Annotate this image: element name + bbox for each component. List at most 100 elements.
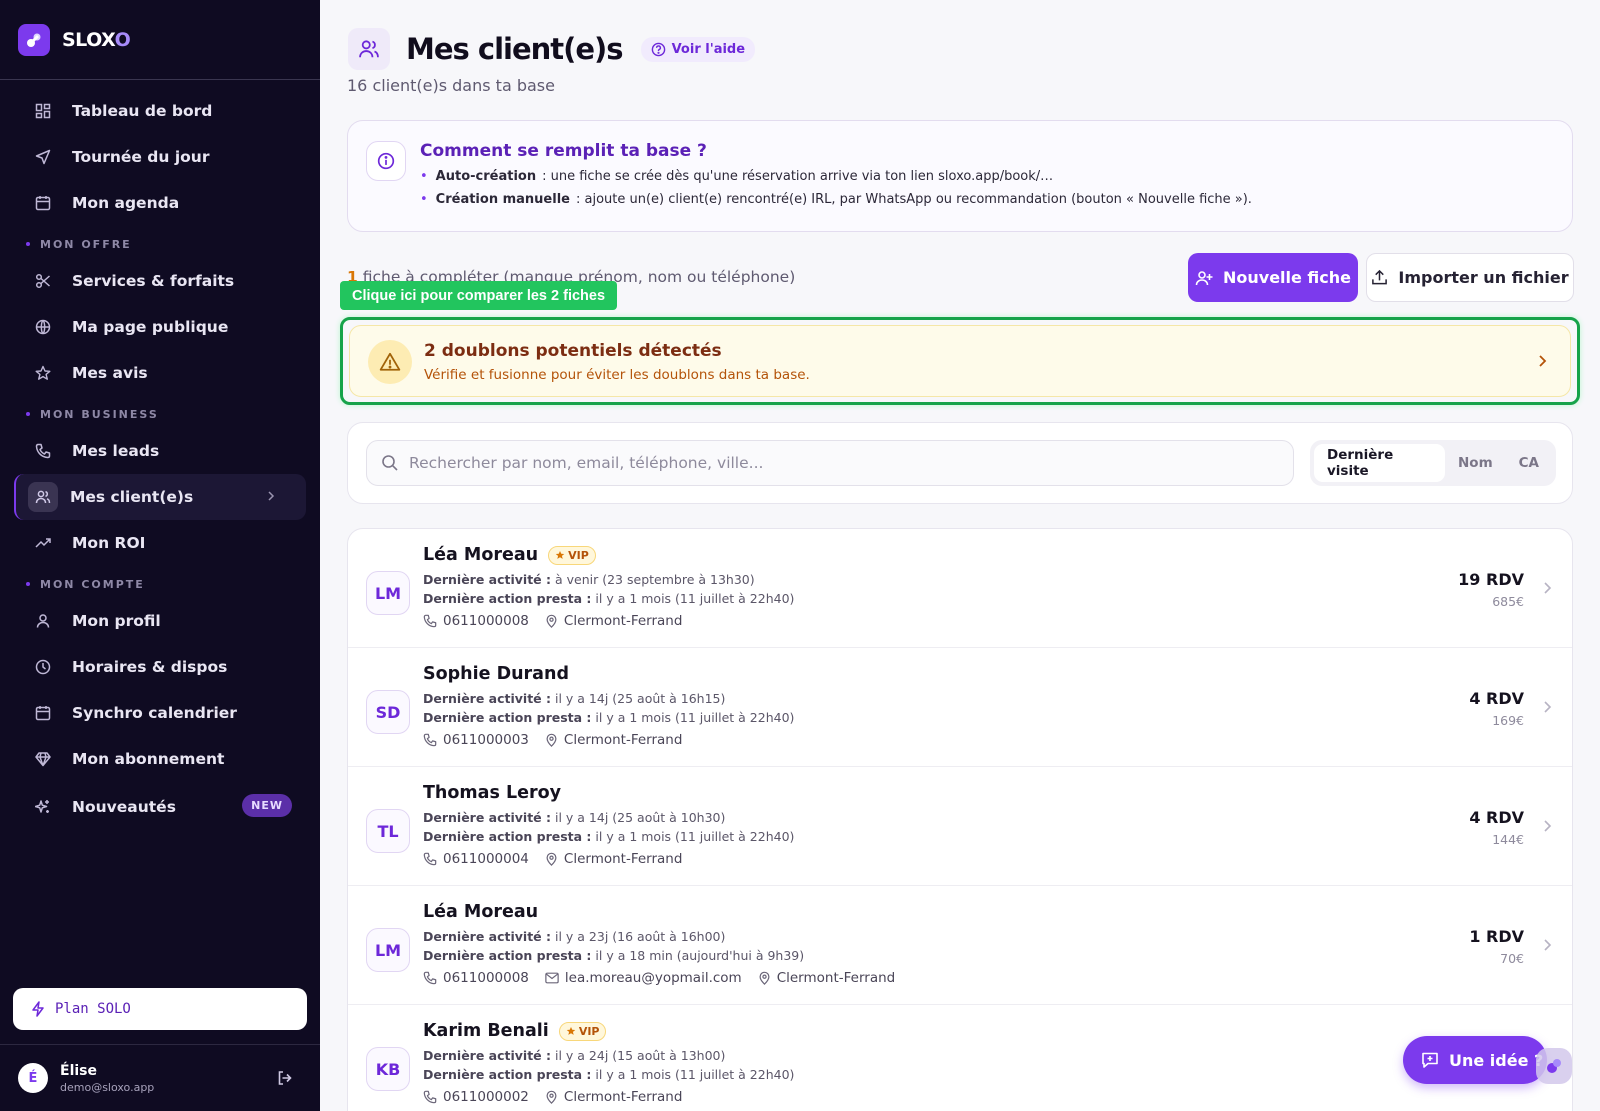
sidebar-item-profil[interactable]: Mon profil <box>0 598 320 644</box>
sidebar-item-agenda[interactable]: Mon agenda <box>0 180 320 226</box>
sidebar-item-roi[interactable]: Mon ROI <box>0 520 320 566</box>
last-action: Dernière action presta : il y a 1 mois (… <box>423 591 795 606</box>
client-meta: 0611000008 lea.moreau@yopmail.com Clermo… <box>423 970 911 986</box>
search-input[interactable] <box>409 454 1209 472</box>
sidebar-item-horaires[interactable]: Horaires & dispos <box>0 644 320 690</box>
client-city: Clermont-Ferrand <box>545 732 682 748</box>
chevron-right-icon <box>1536 353 1548 369</box>
new-record-button[interactable]: Nouvelle fiche <box>1188 253 1358 302</box>
vip-badge: VIP <box>558 1021 607 1041</box>
client-meta: 0611000002 Clermont-Ferrand <box>423 1089 698 1105</box>
client-avatar: KB <box>366 1047 410 1091</box>
sidebar-item-nouveautes[interactable]: Nouveautés NEW <box>0 784 320 830</box>
compare-tooltip[interactable]: Clique ici pour comparer les 2 fiches <box>340 281 618 310</box>
user-email: demo@sloxo.app <box>60 1080 155 1094</box>
client-revenue: 169€ <box>1492 713 1524 728</box>
sort-toggle: Dernière visite Nom CA <box>1310 440 1556 486</box>
help-label: Voir l'aide <box>671 41 746 57</box>
sort-name[interactable]: Nom <box>1445 444 1506 482</box>
sidebar-item-leads[interactable]: Mes leads <box>0 428 320 474</box>
sidebar-item-synchro[interactable]: Synchro calendrier <box>0 690 320 736</box>
last-action: Dernière action presta : il y a 1 mois (… <box>423 829 795 844</box>
last-activity: Dernière activité : il y a 14j (25 août … <box>423 691 726 706</box>
sidebar-item-page-publique[interactable]: Ma page publique <box>0 304 320 350</box>
sidebar-item-label: Ma page publique <box>72 318 229 336</box>
sidebar-item-services[interactable]: Services & forfaits <box>0 258 320 304</box>
last-action: Dernière action presta : il y a 1 mois (… <box>423 1067 795 1082</box>
client-list: LM Léa Moreau VIP Dernière activité : à … <box>347 528 1573 1111</box>
sidebar-nav: Tableau de bord Tournée du jour Mon agen… <box>0 80 320 830</box>
appointment-count: 4 RDV <box>1469 808 1524 827</box>
plan-button[interactable]: Plan SOLO <box>13 988 307 1030</box>
users-icon <box>28 482 58 512</box>
sparkles-icon <box>34 798 52 816</box>
calendar-sync-icon <box>34 704 52 722</box>
upload-icon <box>1372 269 1388 285</box>
sidebar-item-label: Synchro calendrier <box>72 704 237 722</box>
phone-icon <box>423 971 437 985</box>
warning-icon <box>368 340 412 384</box>
client-row[interactable]: KB Karim Benali VIP Dernière activité : … <box>348 1005 1572 1111</box>
client-avatar: LM <box>366 571 410 615</box>
assistant-icon[interactable] <box>1536 1048 1572 1084</box>
brand-name: SLOXO <box>62 28 131 51</box>
sidebar-item-label: Mon profil <box>72 612 161 630</box>
info-icon <box>366 141 406 181</box>
dashboard-icon <box>34 102 52 120</box>
last-action: Dernière action presta : il y a 1 mois (… <box>423 710 795 725</box>
sidebar-item-label: Mes avis <box>72 364 148 382</box>
info-item: Auto-création: une fiche se crée dès qu'… <box>420 169 1252 184</box>
client-row[interactable]: LM Léa Moreau VIP Dernière activité : à … <box>348 529 1572 648</box>
client-meta: 0611000008 Clermont-Ferrand <box>423 613 698 629</box>
client-row[interactable]: TL Thomas Leroy Dernière activité : il y… <box>348 767 1572 886</box>
search-box[interactable] <box>366 440 1294 486</box>
duplicates-text: Vérifie et fusionne pour éviter les doub… <box>424 367 810 383</box>
duplicates-highlight[interactable]: 2 doublons potentiels détectés Vérifie e… <box>340 317 1580 405</box>
sidebar-item-avis[interactable]: Mes avis <box>0 350 320 396</box>
last-action: Dernière action presta : il y a 18 min (… <box>423 948 805 963</box>
client-row[interactable]: SD Sophie Durand Dernière activité : il … <box>348 648 1572 767</box>
help-link[interactable]: Voir l'aide <box>640 36 756 62</box>
client-row[interactable]: LM Léa Moreau Dernière activité : il y a… <box>348 886 1572 1005</box>
message-plus-icon <box>1422 1052 1438 1068</box>
client-phone: 0611000004 <box>423 851 529 867</box>
phone-icon <box>423 852 437 866</box>
logout-icon[interactable] <box>276 1069 294 1087</box>
brand[interactable]: SLOXO <box>0 0 320 80</box>
section-mon-business: MON BUSINESS <box>0 400 320 428</box>
clock-icon <box>34 658 52 676</box>
appointment-count: 4 RDV <box>1469 689 1524 708</box>
client-phone: 0611000008 <box>423 970 529 986</box>
client-city: Clermont-Ferrand <box>758 970 895 986</box>
client-name: Léa Moreau <box>423 902 539 922</box>
chevron-right-icon <box>1542 819 1552 833</box>
last-activity: Dernière activité : à venir (23 septembr… <box>423 572 755 587</box>
import-file-button[interactable]: Importer un fichier <box>1366 253 1574 302</box>
duplicates-alert[interactable]: 2 doublons potentiels détectés Vérifie e… <box>349 325 1571 397</box>
sort-revenue[interactable]: CA <box>1506 444 1552 482</box>
client-meta: 0611000004 Clermont-Ferrand <box>423 851 698 867</box>
map-pin-icon <box>759 971 770 985</box>
sidebar-item-dashboard[interactable]: Tableau de bord <box>0 88 320 134</box>
idea-button[interactable]: Une idée ? <box>1403 1036 1547 1084</box>
mail-icon <box>545 972 559 984</box>
sidebar-item-tournee[interactable]: Tournée du jour <box>0 134 320 180</box>
sidebar-item-label: Mon ROI <box>72 534 146 552</box>
client-avatar: LM <box>366 928 410 972</box>
phone-icon <box>423 733 437 747</box>
sidebar-item-label: Tournée du jour <box>72 148 210 166</box>
client-name: Thomas Leroy <box>423 783 562 803</box>
client-avatar: TL <box>366 809 410 853</box>
client-meta: 0611000003 Clermont-Ferrand <box>423 732 698 748</box>
sidebar-item-clients[interactable]: Mes client(e)s <box>14 474 306 520</box>
send-icon <box>34 148 52 166</box>
section-mon-offre: MON OFFRE <box>0 230 320 258</box>
user-profile[interactable]: É Élise demo@sloxo.app <box>0 1044 320 1111</box>
map-pin-icon <box>546 852 557 866</box>
sort-last-visit[interactable]: Dernière visite <box>1314 444 1445 482</box>
client-name: Sophie Durand <box>423 664 569 684</box>
sidebar-item-abonnement[interactable]: Mon abonnement <box>0 736 320 782</box>
last-activity: Dernière activité : il y a 14j (25 août … <box>423 810 726 825</box>
search-icon <box>382 455 398 471</box>
globe-icon <box>34 318 52 336</box>
